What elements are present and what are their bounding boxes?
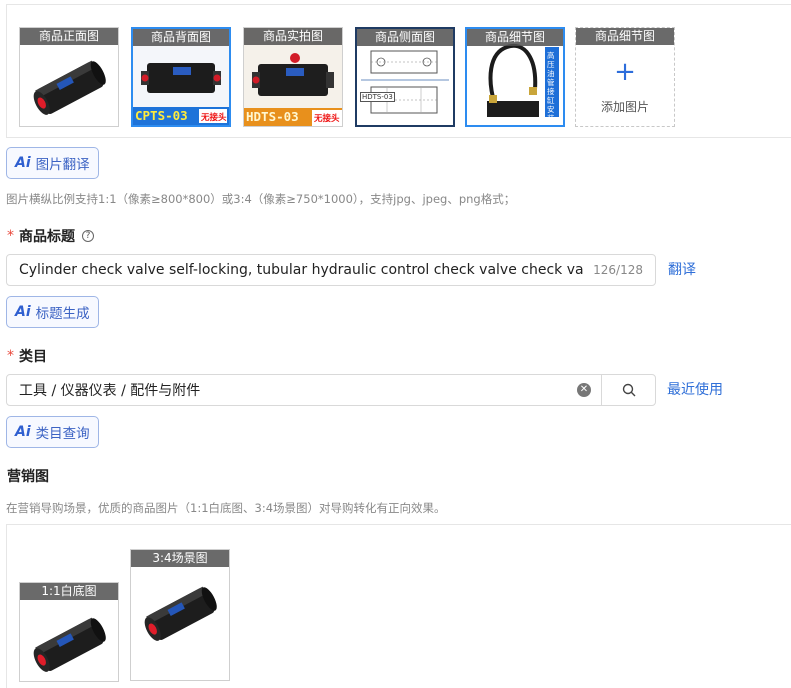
product-title-value[interactable]: Cylinder check valve self-locking, tubul… [19, 262, 583, 278]
category-search-button[interactable] [601, 375, 655, 405]
image-slot-label: 3:4场景图 [131, 550, 229, 567]
model-banner-text: HDTS-03 [246, 109, 299, 124]
ai-image-translate-label: 图片翻译 [35, 157, 90, 173]
product-image-back[interactable]: 商品背面图 CPTS-03 无接头 [131, 27, 231, 127]
image-slot-label: 商品背面图 [133, 29, 229, 46]
ai-category-query-label: 类目查询 [35, 426, 90, 442]
category-value[interactable]: 工具 / 仪器仪表 / 配件与附件 [7, 380, 577, 400]
marketing-image-portrait[interactable]: 3:4场景图 [130, 549, 230, 681]
ai-title-generate-label: 标题生成 [35, 306, 90, 322]
add-image-text: 添加图片 [600, 100, 649, 114]
banner-note: 无接头 [314, 114, 340, 124]
banner-note: 无接头 [201, 113, 227, 123]
marketing-hint: 在营销导购场景，优质的商品图片（1:1白底图、3:4场景图）对导购转化有正向效果… [6, 501, 446, 515]
image-requirements-hint: 图片横纵比例支持1:1（像素≥800*800）或3:4（像素≥750*1000）… [6, 192, 516, 206]
translate-title-link[interactable]: 翻译 [668, 259, 696, 279]
required-mark: * [7, 348, 14, 364]
model-banner-text: CPTS-03 [135, 108, 188, 123]
title-label-text: 商品标题 [19, 229, 75, 245]
image-slot-label: 1:1白底图 [20, 583, 118, 600]
image-slot-label: 商品正面图 [20, 28, 118, 45]
ai-category-query-button[interactable]: Ai 类目查询 [6, 416, 99, 448]
recent-category-link[interactable]: 最近使用 [667, 379, 723, 399]
ai-icon: Ai [15, 155, 31, 171]
drawing-tag: HDTS-03 [360, 92, 395, 102]
image-slot-label: 商品侧面图 [357, 29, 453, 46]
ai-title-generate-button[interactable]: Ai 标题生成 [6, 296, 99, 328]
search-icon [622, 383, 635, 397]
category-label-text: 类目 [19, 349, 47, 365]
ai-icon: Ai [15, 304, 31, 320]
product-image-detail[interactable]: 商品细节图 高压油管接缸安装 [465, 27, 565, 127]
category-field-label: * 类目 [7, 346, 47, 366]
help-question-icon[interactable]: ? [82, 230, 94, 242]
plus-icon: + [614, 57, 636, 87]
product-image-photo[interactable]: 商品实拍图 HDTS-03 无接头 [243, 27, 343, 127]
marketing-image-square[interactable]: 1:1白底图 [19, 582, 119, 682]
marketing-image-panel: 1:1白底图 3:4场景图 [6, 524, 791, 688]
marketing-heading-text: 营销图 [7, 469, 49, 485]
ai-image-translate-button[interactable]: Ai 图片翻译 [6, 147, 99, 179]
required-mark: * [7, 228, 14, 244]
check-valve-image [144, 586, 217, 641]
title-field-label: * 商品标题 ? [7, 226, 94, 246]
title-char-counter: 126/128 [593, 263, 643, 277]
ai-icon: Ai [15, 424, 31, 440]
image-slot-label: 商品实拍图 [244, 28, 342, 45]
detail-side-text: 高压油管接缸安装 [547, 51, 555, 123]
product-image-side[interactable]: 商品侧面图 HDTS-03 [355, 27, 455, 127]
product-image-front[interactable]: 商品正面图 [19, 27, 119, 127]
add-image-slot[interactable]: 商品细节图 + 添加图片 [575, 27, 675, 127]
category-select[interactable]: 工具 / 仪器仪表 / 配件与附件 ✕ [6, 374, 656, 406]
clear-icon[interactable]: ✕ [577, 383, 591, 397]
image-slot-label: 商品细节图 [576, 28, 674, 45]
product-title-input[interactable]: Cylinder check valve self-locking, tubul… [6, 254, 656, 286]
image-slot-label: 商品细节图 [467, 29, 563, 46]
marketing-heading: 营销图 [7, 466, 49, 486]
product-image-panel: 商品正面图 商品背面图 CPTS-03 无接头 商品实拍图 HDTS-03 无接… [6, 4, 791, 138]
